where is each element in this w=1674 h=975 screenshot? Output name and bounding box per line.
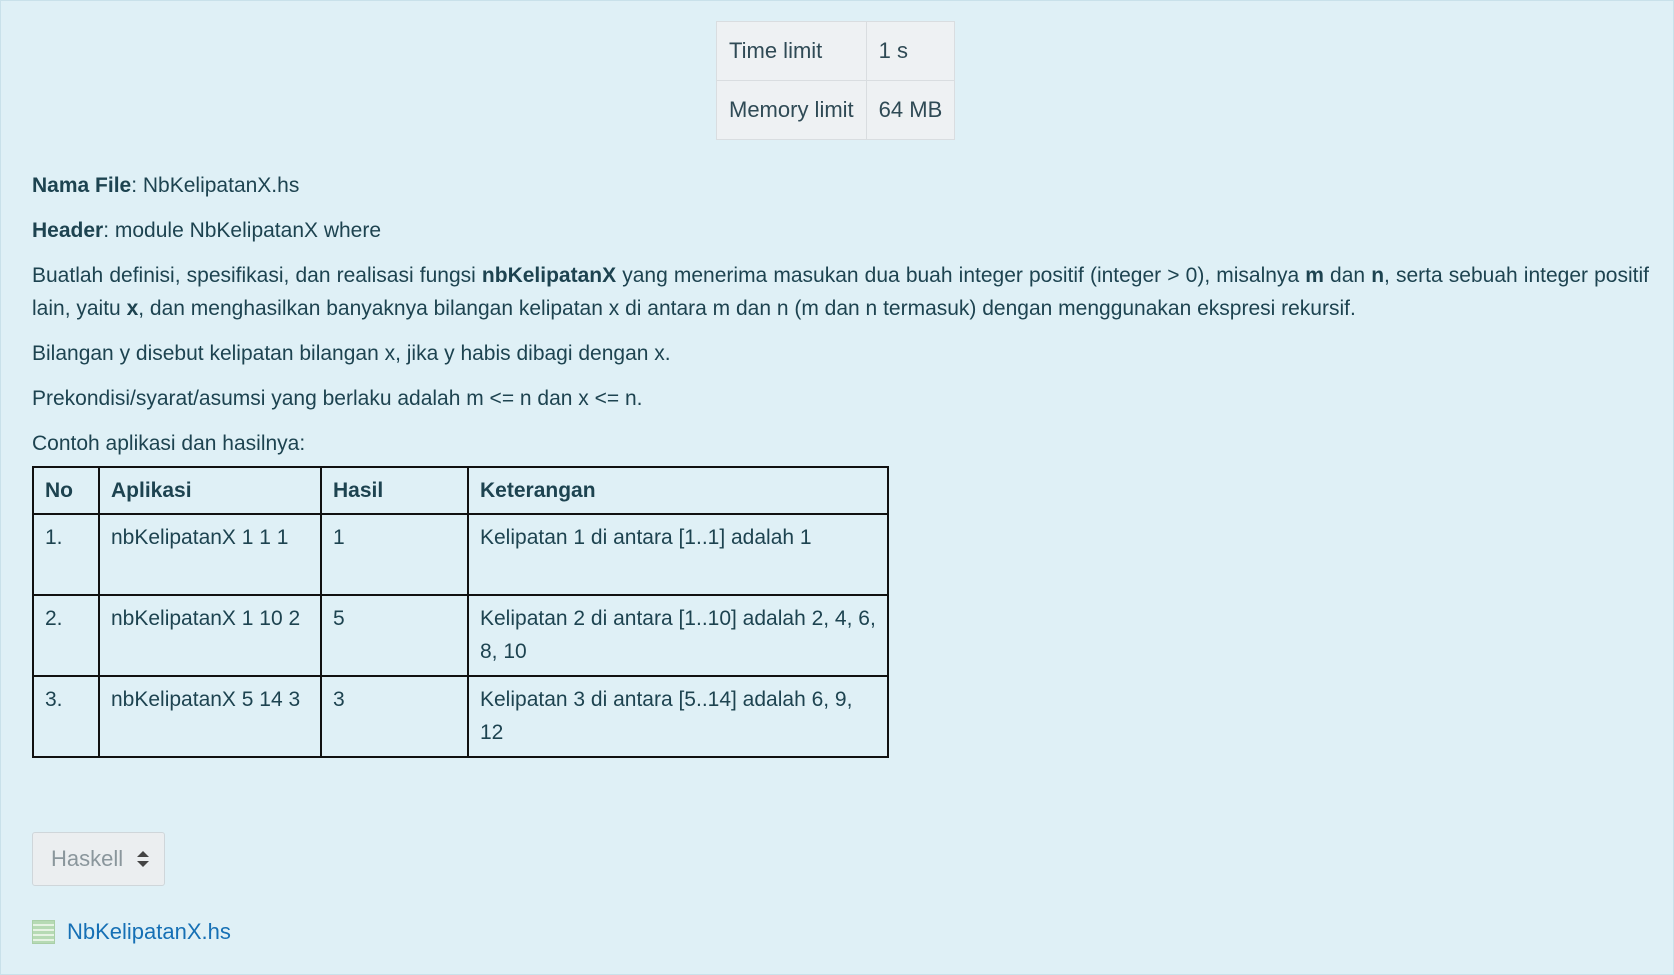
examples-table: No Aplikasi Hasil Keterangan 1. nbKelipa… — [32, 466, 889, 758]
param-x: x — [126, 297, 139, 320]
problem-statement: Nama File: NbKelipatanX.hs Header: modul… — [32, 169, 1649, 758]
file-name-value: : NbKelipatanX.hs — [131, 174, 300, 197]
cell-keterangan: Kelipatan 2 di antara [1..10] adalah 2, … — [467, 594, 889, 677]
language-select[interactable]: Haskell — [32, 832, 165, 886]
cell-no: 3. — [32, 675, 100, 758]
description-text: , dan menghasilkan banyaknya bilangan ke… — [138, 297, 1356, 320]
cell-aplikasi: nbKelipatanX 1 1 1 — [98, 513, 322, 596]
cell-keterangan: Kelipatan 1 di antara [1..1] adalah 1 — [467, 513, 889, 596]
sort-updown-icon — [137, 851, 150, 867]
description-paragraph: Buatlah definisi, spesifikasi, dan reali… — [32, 259, 1649, 325]
precondition-paragraph: Prekondisi/syarat/asumsi yang berlaku ad… — [32, 387, 643, 410]
cell-no: 1. — [32, 513, 100, 596]
time-limit-label: Time limit — [716, 21, 867, 81]
cell-aplikasi: nbKelipatanX 5 14 3 — [98, 675, 322, 758]
cell-no: 2. — [32, 594, 100, 677]
cell-hasil: 5 — [320, 594, 469, 677]
description-text: Buatlah definisi, spesifikasi, dan reali… — [32, 264, 482, 287]
attachment: NbKelipatanX.hs — [32, 919, 231, 945]
cell-hasil: 3 — [320, 675, 469, 758]
cell-aplikasi: nbKelipatanX 1 10 2 — [98, 594, 322, 677]
memory-limit-label: Memory limit — [716, 80, 867, 140]
examples-intro: Contoh aplikasi dan hasilnya: — [32, 432, 306, 455]
cell-hasil: 1 — [320, 513, 469, 596]
column-header-keterangan: Keterangan — [467, 466, 889, 515]
table-row: 1. nbKelipatanX 1 1 1 1 Kelipatan 1 di a… — [32, 513, 889, 596]
limit-row-memory: Memory limit 64 MB — [716, 80, 956, 140]
column-header-hasil: Hasil — [320, 466, 469, 515]
memory-limit-value: 64 MB — [865, 80, 956, 140]
examples-header-row: No Aplikasi Hasil Keterangan — [32, 466, 889, 515]
table-row: 2. nbKelipatanX 1 10 2 5 Kelipatan 2 di … — [32, 594, 889, 677]
header-line: Header: module NbKelipatanX where — [32, 214, 1649, 247]
file-name-line: Nama File: NbKelipatanX.hs — [32, 169, 1649, 202]
file-name-label: Nama File — [32, 174, 132, 197]
param-m: m — [1305, 264, 1324, 287]
function-name: nbKelipatanX — [481, 264, 617, 287]
limits-table: Time limit 1 s Memory limit 64 MB — [716, 21, 956, 140]
table-row: 3. nbKelipatanX 5 14 3 3 Kelipatan 3 di … — [32, 675, 889, 758]
definition-paragraph: Bilangan y disebut kelipatan bilangan x,… — [32, 342, 671, 365]
param-n: n — [1371, 264, 1385, 287]
description-text: dan — [1323, 264, 1372, 287]
language-select-value: Haskell — [51, 846, 124, 871]
problem-panel: Time limit 1 s Memory limit 64 MB Nama F… — [0, 0, 1674, 975]
column-header-no: No — [32, 466, 100, 515]
description-text: yang menerima masukan dua buah integer p… — [616, 264, 1306, 287]
header-label: Header — [32, 219, 104, 242]
cell-keterangan: Kelipatan 3 di antara [5..14] adalah 6, … — [467, 675, 889, 758]
time-limit-value: 1 s — [865, 21, 956, 81]
column-header-aplikasi: Aplikasi — [98, 466, 322, 515]
header-value: : module NbKelipatanX where — [103, 219, 382, 242]
text-file-icon — [32, 920, 55, 944]
limit-row-time: Time limit 1 s — [716, 21, 956, 81]
attachment-link[interactable]: NbKelipatanX.hs — [67, 919, 231, 945]
